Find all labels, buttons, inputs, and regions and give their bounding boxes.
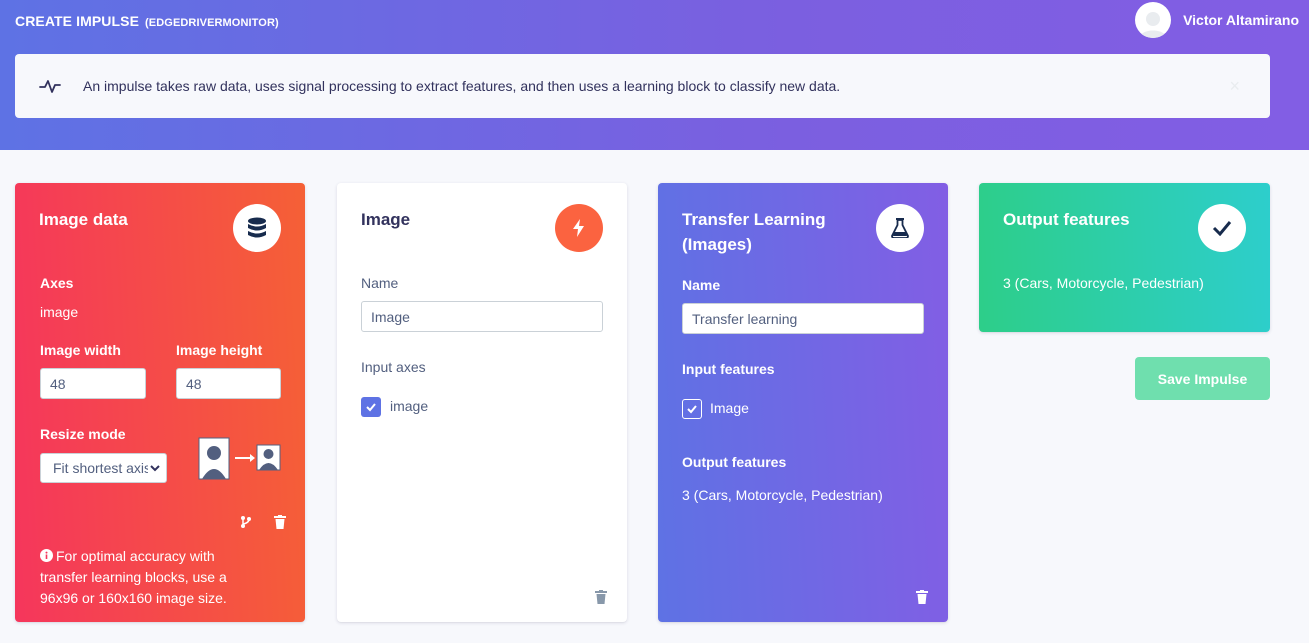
resize-illustration-icon [198,437,281,480]
user-avatar-icon [1140,12,1167,38]
input-axes-label: Input axes [361,359,426,375]
resize-mode-label: Resize mode [40,426,126,442]
processing-block-card: Image Name Image Input axes image [337,183,627,622]
output-block-title: Output features [1003,210,1130,229]
bolt-icon [555,204,603,252]
input-block-title: Image data [39,210,128,229]
check-icon [366,403,376,412]
processing-block-title: Image [361,210,411,229]
save-impulse-button[interactable]: Save Impulse [1135,357,1270,400]
learning-name-label: Name [682,277,721,293]
input-feature-label: Image [710,400,749,416]
learning-name-input[interactable]: Transfer learning [682,303,924,334]
accuracy-note: For optimal accuracy with transfer learn… [40,546,260,609]
image-height-label: Image height [176,342,263,358]
alert-text: An impulse takes raw data, uses signal p… [83,78,841,94]
user-menu[interactable]: Victor Altamirano [1135,2,1299,38]
trash-icon[interactable] [274,515,286,529]
branch-icon[interactable] [240,515,252,529]
axes-value: image [40,304,79,320]
learning-block-title: Transfer Learning (Images) [682,210,826,254]
output-block-value: 3 (Cars, Motorcycle, Pedestrian) [1003,275,1204,291]
close-icon[interactable]: × [1229,76,1240,97]
database-icon [233,204,281,252]
input-block-card: Image data Axes image Image width 48 Ima… [15,183,305,622]
resize-mode-value: Fit shortest axis [53,460,152,476]
info-alert: An impulse takes raw data, uses signal p… [15,54,1270,118]
flask-icon [876,204,924,252]
info-icon [40,549,53,562]
pulse-icon [39,80,61,93]
output-features-value: 3 (Cars, Motorcycle, Pedestrian) [682,487,883,503]
processing-name-input[interactable]: Image [361,301,603,332]
chevron-down-icon [148,461,162,475]
processing-name-label: Name [361,275,399,291]
input-feature-checkbox[interactable] [682,399,702,419]
image-width-label: Image width [40,342,121,358]
resize-mode-select[interactable]: Fit shortest axis [40,453,167,483]
learning-block-card: Transfer Learning (Images) Name Transfer… [658,183,948,622]
axes-label: Axes [40,275,74,291]
trash-icon[interactable] [916,590,928,604]
output-block-card: Output features 3 (Cars, Motorcycle, Ped… [979,183,1270,332]
input-axis-label: image [390,398,429,414]
user-name: Victor Altamirano [1183,12,1299,28]
input-axis-checkbox[interactable] [361,397,381,417]
accuracy-note-text: For optimal accuracy with transfer learn… [40,548,227,606]
input-features-label: Input features [682,361,775,377]
image-width-input[interactable]: 48 [40,368,146,399]
page-title: CREATE IMPULSE (EDGEDRIVERMONITOR) [15,13,279,29]
check-icon [1198,204,1246,252]
avatar[interactable] [1135,2,1172,38]
check-icon [687,405,697,414]
project-name: (EDGEDRIVERMONITOR) [145,17,279,29]
trash-icon[interactable] [595,590,607,604]
page-title-text: CREATE IMPULSE [15,13,140,29]
output-features-label: Output features [682,454,787,470]
image-height-input[interactable]: 48 [176,368,281,399]
